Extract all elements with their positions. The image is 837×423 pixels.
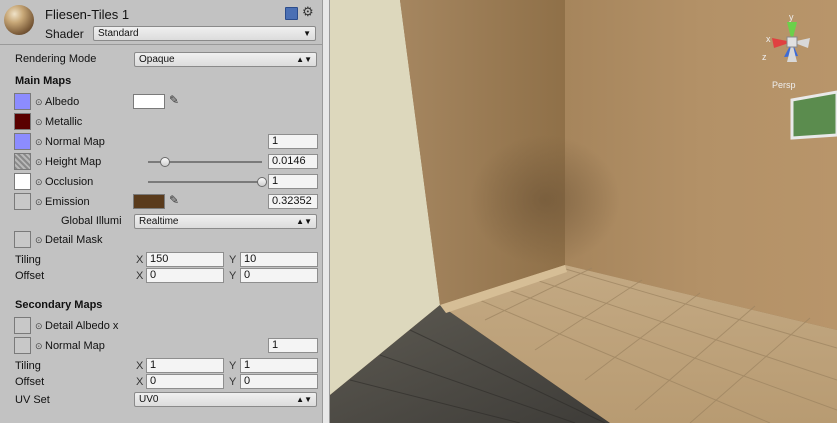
- normal-map-picker-dot-icon[interactable]: ⊙: [35, 137, 43, 148]
- rendering-mode-value: Opaque: [139, 54, 175, 65]
- main-maps-title: Main Maps: [15, 75, 72, 87]
- global-illumination-value: Realtime: [139, 216, 179, 227]
- detail-mask-texture-slot[interactable]: [14, 231, 31, 248]
- height-map-picker-dot-icon[interactable]: ⊙: [35, 157, 43, 168]
- albedo-label: Albedo: [45, 96, 80, 108]
- tiling-y-label: Y: [229, 254, 237, 266]
- secondary-offset-x-label: X: [136, 376, 144, 388]
- scene-view[interactable]: y x z Persp: [330, 0, 837, 423]
- help-book-icon[interactable]: [285, 7, 298, 20]
- panel-splitter[interactable]: [322, 0, 330, 423]
- secondary-normal-map-scale-field[interactable]: 1: [268, 338, 318, 353]
- material-name: Fliesen-Tiles 1: [45, 7, 130, 22]
- eyedropper-icon[interactable]: ✎: [169, 193, 179, 207]
- detail-mask-label: Detail Mask: [45, 234, 103, 246]
- metallic-texture-slot[interactable]: [14, 113, 31, 130]
- secondary-offset-y-label: Y: [229, 376, 237, 388]
- detail-albedo-label: Detail Albedo x: [45, 320, 119, 332]
- normal-map-scale-field[interactable]: 1: [268, 134, 318, 149]
- albedo-picker-dot-icon[interactable]: ⊙: [35, 97, 43, 108]
- occlusion-slider-thumb[interactable]: [257, 177, 267, 187]
- rendering-mode-dropdown[interactable]: Opaque ▲▼: [134, 52, 317, 67]
- occlusion-picker-dot-icon[interactable]: ⊙: [35, 177, 43, 188]
- secondary-tiling-x-field[interactable]: 1: [146, 358, 224, 373]
- albedo-texture-slot[interactable]: [14, 93, 31, 110]
- emission-picker-dot-icon[interactable]: ⊙: [35, 197, 43, 208]
- chevron-down-icon: ▼: [303, 29, 311, 38]
- emission-texture-slot[interactable]: [14, 193, 31, 210]
- shader-dropdown[interactable]: Standard ▼: [93, 26, 316, 41]
- emission-label: Emission: [45, 196, 90, 208]
- gizmo-z-label: z: [762, 52, 767, 62]
- occlusion-slider-track[interactable]: [148, 181, 262, 183]
- emission-intensity-field[interactable]: 0.32352: [268, 194, 318, 209]
- scene-render: [330, 0, 837, 423]
- header-divider: [0, 44, 322, 45]
- rendering-mode-label: Rendering Mode: [15, 53, 97, 65]
- detail-mask-picker-dot-icon[interactable]: ⊙: [35, 235, 43, 246]
- height-map-slider-thumb[interactable]: [159, 157, 170, 167]
- chevron-down-icon: ▲▼: [296, 395, 312, 404]
- uv-set-label: UV Set: [15, 394, 50, 406]
- height-map-label: Height Map: [45, 156, 102, 168]
- normal-map-label: Normal Map: [45, 136, 105, 148]
- secondary-normal-map-picker-dot-icon[interactable]: ⊙: [35, 341, 43, 352]
- secondary-normal-map-texture-slot[interactable]: [14, 337, 31, 354]
- material-inspector: Fliesen-Tiles 1 ⚙ Shader Standard ▼ Rend…: [0, 0, 322, 423]
- detail-albedo-picker-dot-icon[interactable]: ⊙: [35, 321, 43, 332]
- albedo-color-field[interactable]: [133, 94, 165, 109]
- tiling-label: Tiling: [15, 254, 41, 266]
- detail-albedo-texture-slot[interactable]: [14, 317, 31, 334]
- uv-set-value: UV0: [139, 394, 159, 405]
- offset-y-field[interactable]: 0: [240, 268, 318, 283]
- occlusion-texture-slot[interactable]: [14, 173, 31, 190]
- material-sphere-icon: [4, 5, 34, 35]
- secondary-offset-label: Offset: [15, 376, 45, 388]
- normal-map-texture-slot[interactable]: [14, 133, 31, 150]
- metallic-picker-dot-icon[interactable]: ⊙: [35, 117, 43, 128]
- offset-x-field[interactable]: 0: [146, 268, 224, 283]
- eyedropper-icon[interactable]: ✎: [169, 93, 179, 107]
- scene-gizmo-icon[interactable]: y x z Persp: [762, 12, 822, 92]
- offset-label: Offset: [15, 270, 45, 282]
- gizmo-y-label: y: [789, 12, 794, 22]
- tiling-x-field[interactable]: 150: [146, 252, 224, 267]
- secondary-tiling-x-label: X: [136, 360, 144, 372]
- secondary-tiling-y-field[interactable]: 1: [240, 358, 318, 373]
- secondary-maps-title: Secondary Maps: [15, 299, 103, 311]
- shader-label: Shader: [45, 27, 84, 41]
- secondary-normal-map-label: Normal Map: [45, 340, 105, 352]
- metallic-label: Metallic: [45, 116, 83, 128]
- emission-color-field[interactable]: [133, 194, 165, 209]
- secondary-offset-y-field[interactable]: 0: [240, 374, 318, 389]
- offset-y-label: Y: [229, 270, 237, 282]
- window: [790, 90, 837, 140]
- global-illumination-dropdown[interactable]: Realtime ▲▼: [134, 214, 317, 229]
- height-map-texture-slot[interactable]: [14, 153, 31, 170]
- persp-label[interactable]: Persp: [772, 80, 796, 90]
- chevron-down-icon: ▲▼: [296, 55, 312, 64]
- global-illumination-label: Global Illumi: [61, 215, 122, 227]
- secondary-tiling-y-label: Y: [229, 360, 237, 372]
- gizmo-x-label: x: [766, 34, 771, 44]
- shader-value: Standard: [98, 28, 139, 39]
- chevron-down-icon: ▲▼: [296, 217, 312, 226]
- gear-icon[interactable]: ⚙: [302, 4, 314, 20]
- secondary-offset-x-field[interactable]: 0: [146, 374, 224, 389]
- shadow: [470, 135, 620, 265]
- tiling-y-field[interactable]: 10: [240, 252, 318, 267]
- uv-set-dropdown[interactable]: UV0 ▲▼: [134, 392, 317, 407]
- secondary-tiling-label: Tiling: [15, 360, 41, 372]
- offset-x-label: X: [136, 270, 144, 282]
- tiling-x-label: X: [136, 254, 144, 266]
- height-map-value-field[interactable]: 0.0146: [268, 154, 318, 169]
- occlusion-value-field[interactable]: 1: [268, 174, 318, 189]
- occlusion-label: Occlusion: [45, 176, 94, 188]
